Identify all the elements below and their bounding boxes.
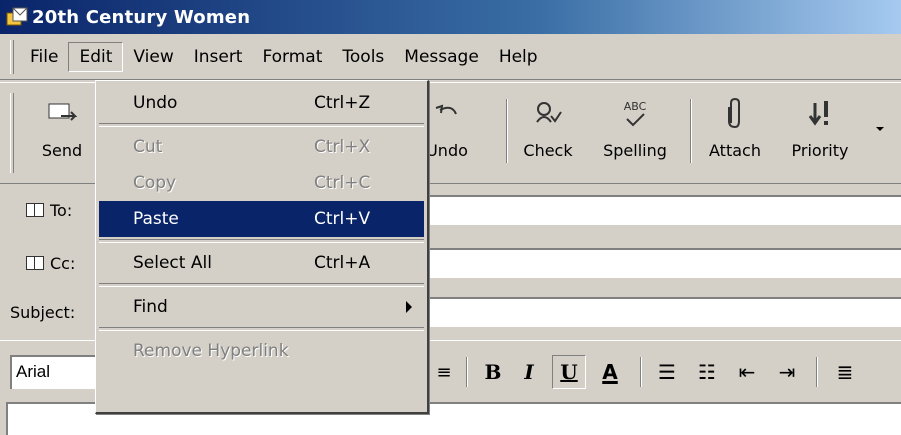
select-all-shortcut: Ctrl+A bbox=[314, 253, 371, 273]
format-separator bbox=[816, 357, 818, 387]
bullet-list-icon[interactable]: ☷ bbox=[692, 355, 722, 389]
menu-view[interactable]: View bbox=[123, 43, 183, 71]
spelling-button[interactable]: ABC Spelling bbox=[592, 91, 678, 177]
spelling-icon-text: ABC bbox=[623, 99, 647, 113]
select-all-item-label: Select All bbox=[133, 253, 212, 273]
priority-button[interactable]: Priority bbox=[780, 91, 860, 177]
menu-item-undo[interactable]: Undo Ctrl+Z bbox=[99, 85, 424, 121]
menu-edit[interactable]: Edit bbox=[68, 41, 124, 72]
menu-separator bbox=[99, 121, 424, 129]
menu-file[interactable]: File bbox=[20, 43, 68, 71]
check-label: Check bbox=[523, 141, 573, 160]
submenu-arrow-icon bbox=[406, 301, 412, 313]
menu-item-paste[interactable]: Paste Ctrl+V bbox=[99, 201, 424, 237]
bold-button[interactable]: B bbox=[478, 355, 508, 389]
menu-separator bbox=[99, 237, 424, 245]
menu-help[interactable]: Help bbox=[489, 43, 548, 71]
toolbar-separator bbox=[690, 99, 692, 163]
edit-menu: Undo Ctrl+Z Cut Ctrl+X Copy Ctrl+C Paste… bbox=[95, 80, 429, 414]
send-button[interactable]: Send bbox=[22, 91, 102, 177]
format-separator bbox=[466, 357, 468, 387]
cc-label: Cc: bbox=[50, 253, 76, 273]
align-left-icon[interactable]: ≣ bbox=[830, 355, 860, 389]
address-book-icon bbox=[26, 203, 44, 217]
toolbar-overflow-icon[interactable] bbox=[876, 127, 884, 131]
priority-label: Priority bbox=[791, 141, 849, 160]
underline-button[interactable]: U bbox=[552, 355, 586, 389]
spelling-label: Spelling bbox=[603, 141, 667, 160]
check-names-button[interactable]: Check bbox=[516, 91, 580, 177]
menu-item-remove-hyperlink[interactable]: Remove Hyperlink bbox=[99, 333, 424, 369]
paperclip-icon bbox=[725, 91, 745, 135]
paste-item-label: Paste bbox=[133, 209, 179, 229]
envelope-icon bbox=[6, 6, 28, 28]
menu-item-cut[interactable]: Cut Ctrl+X bbox=[99, 129, 424, 165]
toolbar-grip[interactable] bbox=[10, 93, 14, 173]
copy-item-label: Copy bbox=[133, 173, 177, 193]
check-names-icon bbox=[533, 91, 563, 135]
window-title: 20th Century Women bbox=[32, 6, 251, 28]
menu-item-find[interactable]: Find bbox=[99, 289, 424, 325]
undo-shortcut: Ctrl+Z bbox=[314, 93, 371, 113]
send-icon bbox=[47, 91, 77, 135]
address-book-icon bbox=[26, 256, 44, 270]
cut-shortcut: Ctrl+X bbox=[314, 137, 371, 157]
font-color-button[interactable]: A bbox=[592, 355, 628, 389]
toolbar-separator bbox=[506, 99, 508, 163]
paste-shortcut: Ctrl+V bbox=[314, 209, 371, 229]
remove-hyperlink-item-label: Remove Hyperlink bbox=[133, 341, 289, 361]
numbered-list-icon[interactable]: ☰ bbox=[652, 355, 682, 389]
attach-button[interactable]: Attach bbox=[700, 91, 770, 177]
undo-icon bbox=[432, 91, 462, 135]
menu-bar: File Edit View Insert Format Tools Messa… bbox=[0, 34, 901, 80]
italic-button[interactable]: I bbox=[514, 355, 544, 389]
to-label: To: bbox=[50, 200, 73, 220]
priority-icon bbox=[805, 91, 835, 135]
menu-separator bbox=[99, 325, 424, 333]
decrease-indent-icon[interactable]: ⇤ bbox=[732, 355, 762, 389]
menubar-grip[interactable] bbox=[10, 39, 14, 74]
increase-indent-icon[interactable]: ⇥ bbox=[772, 355, 802, 389]
paragraph-style-icon[interactable]: ≡ bbox=[432, 355, 456, 389]
attach-label: Attach bbox=[709, 141, 761, 160]
cut-item-label: Cut bbox=[133, 137, 163, 157]
menu-separator bbox=[99, 281, 424, 289]
menu-format[interactable]: Format bbox=[252, 43, 332, 71]
title-bar[interactable]: 20th Century Women bbox=[0, 0, 901, 34]
menu-tools[interactable]: Tools bbox=[332, 43, 394, 71]
menu-item-select-all[interactable]: Select All Ctrl+A bbox=[99, 245, 424, 281]
format-separator bbox=[640, 357, 642, 387]
menu-insert[interactable]: Insert bbox=[184, 43, 253, 71]
send-label: Send bbox=[41, 141, 83, 160]
spelling-icon: ABC bbox=[623, 91, 647, 135]
menu-message[interactable]: Message bbox=[394, 43, 489, 71]
undo-label: Undo bbox=[426, 141, 468, 160]
menu-item-copy[interactable]: Copy Ctrl+C bbox=[99, 165, 424, 201]
copy-shortcut: Ctrl+C bbox=[314, 173, 371, 193]
find-item-label: Find bbox=[133, 297, 168, 317]
undo-item-label: Undo bbox=[133, 93, 178, 113]
